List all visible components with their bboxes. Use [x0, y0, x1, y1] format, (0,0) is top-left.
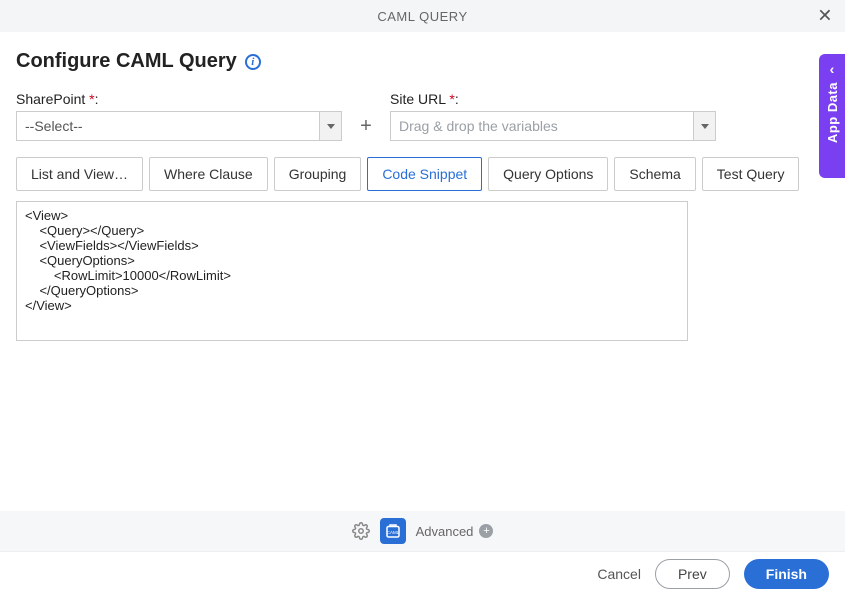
page-title-row: Configure CAML Query i: [16, 50, 829, 73]
sharepoint-field: SharePoint *:: [16, 91, 342, 141]
chevron-down-icon: [327, 124, 335, 129]
chevron-left-icon: ‹: [830, 62, 835, 76]
dialog-content: Configure CAML Query i SharePoint *: + S…: [0, 32, 845, 341]
add-sharepoint-button[interactable]: +: [354, 111, 378, 141]
prev-button[interactable]: Prev: [655, 559, 730, 589]
page-title: Configure CAML Query: [16, 50, 237, 73]
info-icon[interactable]: i: [245, 54, 261, 70]
site-url-select[interactable]: [390, 111, 716, 141]
site-url-dropdown-button[interactable]: [693, 112, 715, 140]
dialog-header: CAML QUERY ✕: [0, 0, 845, 32]
tab-code-snippet[interactable]: Code Snippet: [367, 157, 482, 191]
chevron-down-icon: [701, 124, 709, 129]
app-data-panel-toggle[interactable]: ‹ App Data: [819, 54, 845, 178]
tab-test-query[interactable]: Test Query: [702, 157, 800, 191]
bottom-toolbar: CAML Advanced +: [0, 511, 845, 551]
site-url-field: Site URL *:: [390, 91, 716, 141]
tab-query-options[interactable]: Query Options: [488, 157, 608, 191]
advanced-label: Advanced: [416, 524, 474, 539]
dialog-footer: Cancel Prev Finish: [0, 551, 845, 595]
fields-row: SharePoint *: + Site URL *:: [16, 91, 829, 141]
close-icon[interactable]: ✕: [817, 6, 833, 27]
finish-button[interactable]: Finish: [744, 559, 829, 589]
site-url-input[interactable]: [391, 112, 693, 140]
app-data-label: App Data: [825, 82, 840, 143]
tab-list-and-view[interactable]: List and View…: [16, 157, 143, 191]
caml-chip-icon[interactable]: CAML: [380, 518, 406, 544]
tab-grouping[interactable]: Grouping: [274, 157, 362, 191]
sharepoint-input[interactable]: [17, 112, 319, 140]
tab-where-clause[interactable]: Where Clause: [149, 157, 268, 191]
sharepoint-label: SharePoint *:: [16, 91, 342, 107]
cancel-button[interactable]: Cancel: [597, 566, 641, 582]
dialog-title: CAML QUERY: [377, 9, 467, 24]
tabs: List and View… Where Clause Grouping Cod…: [16, 157, 829, 191]
gear-icon[interactable]: [352, 522, 370, 540]
site-url-label: Site URL *:: [390, 91, 716, 107]
code-snippet-box[interactable]: <View> <Query></Query> <ViewFields></Vie…: [16, 201, 688, 341]
plus-circle-icon: +: [479, 524, 493, 538]
svg-text:CAML: CAML: [386, 530, 399, 535]
sharepoint-dropdown-button[interactable]: [319, 112, 341, 140]
advanced-button[interactable]: Advanced +: [416, 524, 494, 539]
sharepoint-select[interactable]: [16, 111, 342, 141]
tab-schema[interactable]: Schema: [614, 157, 695, 191]
